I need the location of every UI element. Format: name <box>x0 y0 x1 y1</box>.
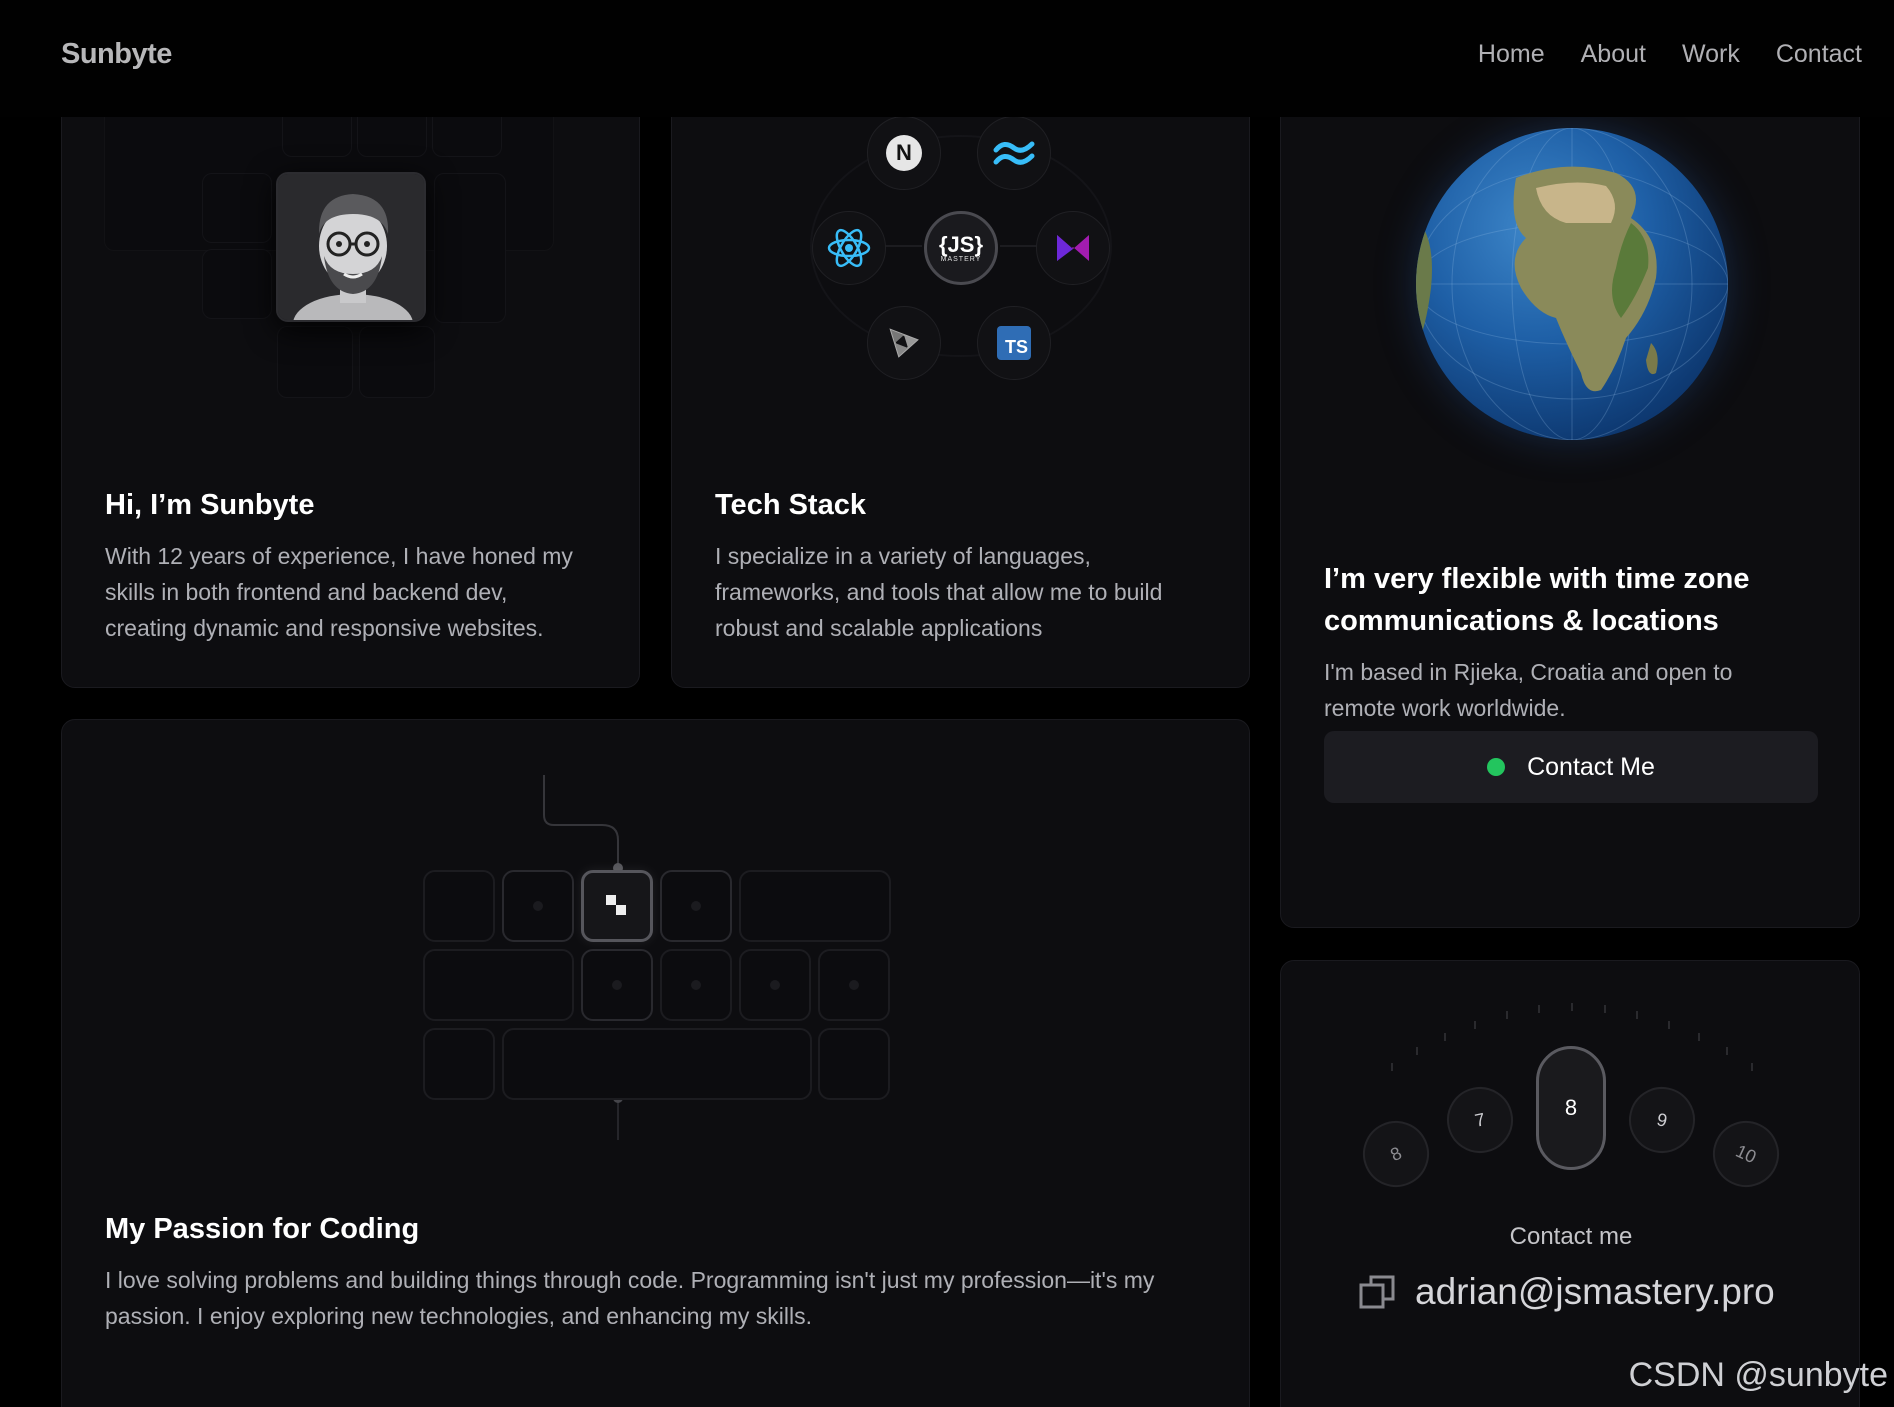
copy-email-button[interactable]: adrian@jsmastery.pro <box>1359 1271 1775 1313</box>
dial-item[interactable]: 9 <box>1622 1080 1702 1160</box>
contact-me-button-label: Contact Me <box>1527 752 1655 781</box>
earth-globe-icon <box>1416 128 1728 440</box>
intro-description: With 12 years of experience, I have hone… <box>105 543 573 641</box>
copy-icon <box>1359 1275 1395 1309</box>
avatar <box>276 172 426 322</box>
contact-card: 8 7 8 9 10 Contact me adrian@jsmastery.p… <box>1280 960 1860 1407</box>
status-dot <box>1487 758 1506 776</box>
navbar: Sunbyte Home About Work Contact <box>0 0 1894 117</box>
passion-card: My Passion for Coding I love solving pro… <box>61 719 1250 1407</box>
globe[interactable] <box>1416 128 1728 440</box>
nav-link-contact[interactable]: Contact <box>1776 40 1862 69</box>
pixel-icon <box>606 895 626 915</box>
framer-motion-icon <box>1036 211 1110 285</box>
page: Sunbyte Home About Work Contact Hi, I’m … <box>0 0 1894 1407</box>
tech-stack-description: I specialize in a variety of languages, … <box>715 543 1163 641</box>
tech-stack-card: N {JS} MASTERY TS Tech Stack I specializ… <box>671 60 1250 688</box>
nav-links: Home About Work Contact <box>1478 40 1862 69</box>
contact-me-label: Contact me <box>1509 1223 1633 1250</box>
nav-link-home[interactable]: Home <box>1478 40 1545 69</box>
passion-title: My Passion for Coding <box>105 1213 420 1245</box>
memoji-avatar-icon <box>278 174 424 320</box>
dial-item[interactable]: 8 <box>1352 1110 1440 1198</box>
highlighted-key[interactable] <box>581 870 653 942</box>
dial-item[interactable]: 10 <box>1702 1110 1790 1198</box>
intro-card: Hi, I’m Sunbyte With 12 years of experie… <box>61 60 640 688</box>
intro-title: Hi, I’m Sunbyte <box>105 489 315 521</box>
react-icon <box>812 211 886 285</box>
passion-description: I love solving problems and building thi… <box>105 1267 1155 1329</box>
location-title: I’m very flexible with time zone communi… <box>1324 563 1750 637</box>
dial-item-selected[interactable]: 8 <box>1536 1046 1606 1170</box>
typescript-icon: TS <box>977 306 1051 380</box>
location-description: I'm based in Rjieka, Croatia and open to… <box>1324 659 1733 721</box>
location-card: I’m very flexible with time zone communi… <box>1280 60 1860 928</box>
brand-logo[interactable]: Sunbyte <box>61 38 172 71</box>
jsmastery-icon: {JS} MASTERY <box>924 211 998 285</box>
nav-link-about[interactable]: About <box>1581 40 1646 69</box>
watermark: CSDN @sunbyte <box>1628 1356 1888 1394</box>
tailwind-icon <box>977 116 1051 190</box>
tech-stack-title: Tech Stack <box>715 489 866 521</box>
contact-me-button[interactable]: Contact Me <box>1324 731 1818 803</box>
dial-item[interactable]: 7 <box>1440 1080 1520 1160</box>
nextjs-icon: N <box>867 116 941 190</box>
threejs-icon <box>867 306 941 380</box>
email-address[interactable]: adrian@jsmastery.pro <box>1415 1271 1775 1313</box>
nav-link-work[interactable]: Work <box>1682 40 1740 69</box>
